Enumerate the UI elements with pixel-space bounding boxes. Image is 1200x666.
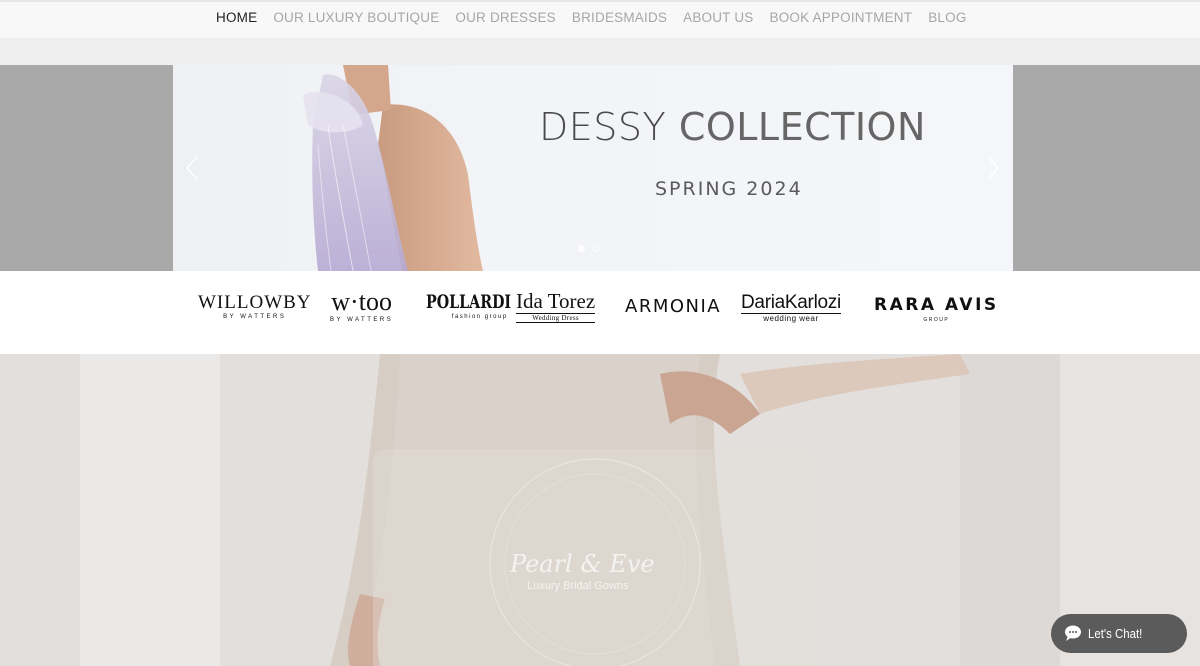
brand-tagline: GROUP — [923, 317, 950, 323]
brand-logo-daria-karlozi[interactable]: DariaKarlozi wedding wear — [741, 293, 841, 323]
header-spacer — [0, 38, 1200, 65]
hero-title-collection: COLLECTION — [666, 105, 926, 149]
hero-title: DESSY COLLECTION — [539, 105, 926, 149]
nav-menu: HOME OUR LUXURY BOUTIQUE OUR DRESSES BRI… — [208, 10, 975, 25]
nav-item-home[interactable]: HOME — [208, 10, 265, 25]
top-navigation: HOME OUR LUXURY BOUTIQUE OUR DRESSES BRI… — [0, 0, 1200, 38]
nav-item-blog[interactable]: BLOG — [920, 10, 974, 25]
model-photo — [303, 65, 483, 271]
chat-bubble-icon — [1065, 625, 1081, 641]
slider-dot-1[interactable] — [578, 245, 585, 252]
chevron-right-icon[interactable] — [985, 155, 1001, 181]
nav-item-book-appointment[interactable]: BOOK APPOINTMENT — [761, 10, 920, 25]
feature-banner: Pearl & Eve Luxury Bridal Gowns — [0, 354, 1200, 666]
brand-name: RARA AVIS — [874, 295, 999, 315]
brand-name: DariaKarlozi — [741, 292, 841, 313]
nav-item-our-dresses[interactable]: OUR DRESSES — [447, 10, 563, 25]
nav-item-about-us[interactable]: ABOUT US — [675, 10, 761, 25]
brand-logo-wtoo[interactable]: w·too BY WATTERS — [330, 289, 394, 324]
brand-tagline: Wedding Dress — [516, 313, 596, 323]
brand-logo-rara-avis[interactable]: RARA AVIS GROUP — [874, 295, 999, 324]
brand-logo-willowby[interactable]: WILLOWBY BY WATTERS — [198, 293, 312, 320]
brand-logo-armonia[interactable]: ARMONIA — [625, 298, 721, 316]
hero-subtitle: SPRING 2024 — [655, 178, 803, 200]
chevron-left-icon[interactable] — [184, 155, 200, 181]
brand-logos: WILLOWBY BY WATTERS w·too BY WATTERS POL… — [0, 271, 1200, 354]
watermark-logo-subtitle: Luxury Bridal Gowns — [527, 580, 629, 592]
hero-slide[interactable]: DESSY COLLECTION SPRING 2024 — [173, 65, 1013, 271]
chat-label: Let's Chat! — [1088, 626, 1143, 641]
brand-tagline: BY WATTERS — [330, 317, 394, 323]
brand-name: WILLOWBY — [198, 292, 312, 313]
nav-item-bridesmaids[interactable]: BRIDESMAIDS — [564, 10, 675, 25]
watermark-logo-title: Pearl & Eve — [510, 550, 655, 578]
brand-name: POLLARDI — [426, 291, 512, 313]
brand-logo-ida-torez[interactable]: Ida Torez Wedding Dress — [516, 289, 596, 323]
brand-tagline: BY WATTERS — [223, 314, 287, 320]
brand-tagline: wedding wear — [741, 313, 841, 323]
brand-name: Ida Torez — [516, 289, 596, 313]
chat-button[interactable]: Let's Chat! — [1051, 614, 1187, 653]
brand-name: ARMONIA — [625, 296, 722, 317]
slider-pagination — [578, 245, 600, 252]
slider-dot-2[interactable] — [593, 245, 600, 252]
brand-name: w·too — [331, 287, 392, 316]
nav-item-luxury-boutique[interactable]: OUR LUXURY BOUTIQUE — [265, 10, 447, 25]
hero-title-brand: DESSY — [539, 105, 667, 149]
hero-slider: DESSY COLLECTION SPRING 2024 — [0, 65, 1200, 271]
